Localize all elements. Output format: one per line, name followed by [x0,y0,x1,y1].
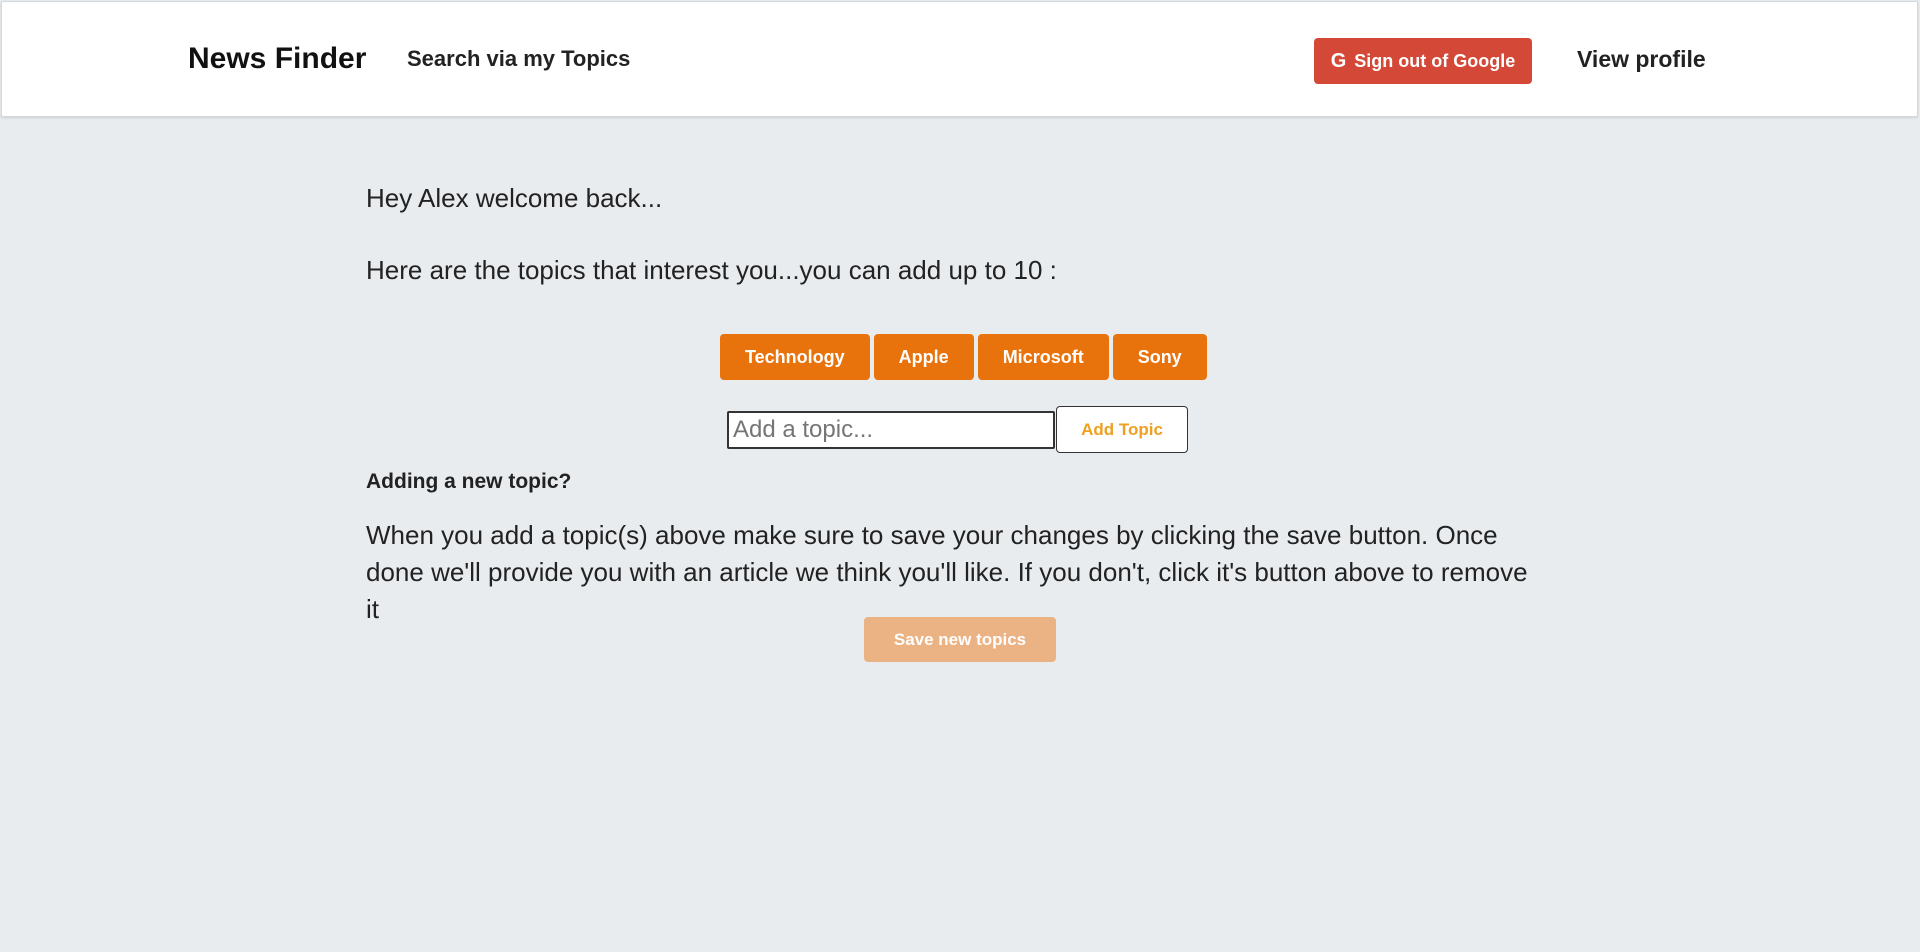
help-heading: Adding a new topic? [366,470,572,493]
topic-chip-microsoft[interactable]: Microsoft [977,334,1109,380]
help-text: When you add a topic(s) above make sure … [366,520,1528,624]
save-new-topics-button[interactable]: Save new topics [864,617,1056,662]
topic-chip-technology[interactable]: Technology [720,334,870,380]
add-topic-input[interactable] [727,410,1055,449]
topics-intro-text: Here are the topics that interest you...… [366,255,1057,285]
brand-title[interactable]: News Finder [188,42,366,76]
view-profile-link[interactable]: View profile [1577,46,1706,73]
sign-out-label: Sign out of Google [1354,50,1516,71]
add-topic-button[interactable]: Add Topic [1056,406,1188,453]
topic-chip-sony[interactable]: Sony [1112,334,1207,380]
navbar: News Finder Search via my Topics G Sign … [1,1,1918,117]
search-topics-link[interactable]: Search via my Topics [407,46,630,72]
add-topic-form: Add Topic [727,406,1188,453]
sign-out-google-button[interactable]: G Sign out of Google [1314,38,1532,84]
welcome-message: Hey Alex welcome back... [366,183,663,213]
topic-chip-apple[interactable]: Apple [873,334,974,380]
topics-list: Technology Apple Microsoft Sony [720,334,1207,380]
google-g-icon: G [1330,50,1347,72]
